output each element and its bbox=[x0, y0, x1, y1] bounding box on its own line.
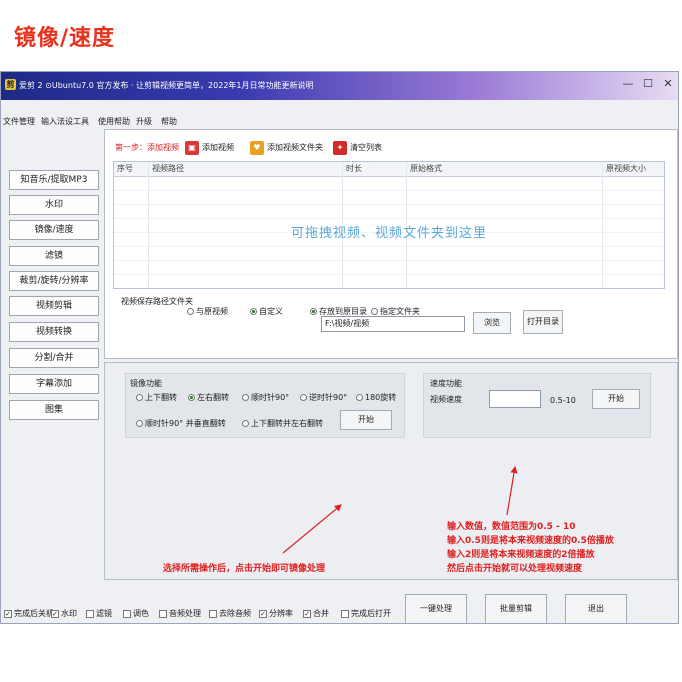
arrow-to-speed-input bbox=[506, 465, 518, 516]
checkbox-icon bbox=[341, 609, 349, 618]
page-heading: 镜像/速度 bbox=[14, 26, 116, 51]
open-directory-button[interactable]: 打开目录 bbox=[523, 310, 563, 334]
sidebar-item-convert[interactable]: 视频转换 bbox=[9, 322, 99, 342]
checkbox-icon bbox=[86, 609, 94, 618]
col-header-format: 原始格式 bbox=[410, 164, 442, 173]
clear-icon: ✦ bbox=[333, 140, 347, 155]
one-click-process-button[interactable]: 一键处理 bbox=[405, 594, 467, 623]
check-shutdown[interactable]: ✓ 完成后关机 bbox=[4, 608, 54, 619]
menu-bar: 文件管理 输入法设工具 使用帮助 升级 帮助 bbox=[1, 116, 678, 130]
check-merge[interactable]: ✓ 合并 bbox=[303, 608, 329, 619]
menu-help[interactable]: 帮助 bbox=[161, 116, 177, 127]
output-option-original[interactable]: 与原视频 bbox=[187, 306, 228, 317]
file-list-table[interactable]: 序号 视频路径 时长 原始格式 原视频大小 可拖拽视频、视频文件夹到这里 bbox=[113, 161, 665, 289]
app-logo-icon: 剪 bbox=[5, 79, 16, 90]
check-open-after[interactable]: 完成后打开 bbox=[341, 608, 391, 619]
menu-tools[interactable]: 输入法设工具 bbox=[41, 116, 89, 127]
sidebar-item-mirror-speed[interactable]: 镜像/速度 bbox=[9, 220, 99, 240]
checkbox-checked-icon: ✓ bbox=[51, 609, 59, 618]
window-title: 爱剪 2 ⊙Ubuntu7.0 官方发布 · 让剪辑视频更简单，2022年1月日… bbox=[19, 81, 314, 90]
menu-upgrade[interactable]: 升级 bbox=[136, 116, 152, 127]
check-watermark[interactable]: ✓ 水印 bbox=[51, 608, 77, 619]
drop-hint: 可拖拽视频、视频文件夹到这里 bbox=[290, 226, 487, 241]
annotation-arrows bbox=[282, 465, 518, 554]
radio-icon bbox=[187, 308, 194, 315]
step-label: 第一步：添加视频 bbox=[115, 143, 179, 152]
function-panel: 镜像功能 上下翻转 左右翻转 顺时针90° 逆时针90° 180旋转 顺时针90… bbox=[104, 362, 678, 580]
menu-help-usage[interactable]: 使用帮助 bbox=[98, 116, 130, 127]
radio-icon bbox=[371, 308, 378, 315]
sidebar-item-subtitle[interactable]: 字幕添加 bbox=[9, 374, 99, 394]
radio-selected-icon bbox=[250, 308, 257, 315]
video-add-icon: ▣ bbox=[185, 140, 199, 155]
batch-edit-button[interactable]: 批量剪辑 bbox=[485, 594, 547, 623]
check-filter[interactable]: 滤镜 bbox=[86, 608, 112, 619]
close-button[interactable]: ✕ bbox=[661, 77, 675, 91]
radio-selected-icon bbox=[310, 308, 317, 315]
check-color[interactable]: 调色 bbox=[123, 608, 149, 619]
output-folder-label: 视频保存路径文件夹 bbox=[121, 297, 193, 306]
checkbox-checked-icon: ✓ bbox=[4, 609, 12, 618]
check-audio[interactable]: 音频处理 bbox=[159, 608, 201, 619]
sidebar-item-watermark[interactable]: 水印 bbox=[9, 195, 99, 215]
exit-button[interactable]: 退出 bbox=[565, 594, 627, 623]
output-option-custom[interactable]: 自定义 bbox=[250, 306, 283, 317]
col-header-duration: 时长 bbox=[346, 164, 362, 173]
col-header-size: 原视频大小 bbox=[606, 164, 646, 173]
add-video-label: 添加视频 bbox=[202, 143, 234, 152]
checkbox-icon bbox=[159, 609, 167, 618]
col-header-index: 序号 bbox=[117, 164, 133, 173]
check-resolution[interactable]: ✓ 分辨率 bbox=[259, 608, 293, 619]
minimize-button[interactable]: — bbox=[621, 77, 635, 91]
maximize-button[interactable]: ☐ bbox=[641, 77, 655, 91]
browse-button[interactable]: 浏览 bbox=[473, 312, 511, 334]
title-bar: 剪 爱剪 2 ⊙Ubuntu7.0 官方发布 · 让剪辑视频更简单，2022年1… bbox=[1, 72, 678, 100]
sidebar-item-music[interactable]: 知音乐/提取MP3 bbox=[9, 170, 99, 190]
checkbox-checked-icon: ✓ bbox=[259, 609, 267, 618]
app-window: 剪 爱剪 2 ⊙Ubuntu7.0 官方发布 · 让剪辑视频更简单，2022年1… bbox=[0, 71, 679, 624]
checkbox-icon bbox=[123, 609, 131, 618]
table-header: 序号 视频路径 时长 原始格式 原视频大小 bbox=[114, 162, 664, 177]
check-remove-audio[interactable]: 去除音频 bbox=[209, 608, 251, 619]
clear-list-label: 清空列表 bbox=[350, 143, 382, 152]
sidebar-item-crop[interactable]: 裁剪/旋转/分辨率 bbox=[9, 271, 99, 291]
sidebar-item-split[interactable]: 分割/合并 bbox=[9, 348, 99, 368]
arrow-to-mirror-start bbox=[282, 504, 342, 554]
checkbox-checked-icon: ✓ bbox=[303, 609, 311, 618]
sidebar-item-filter[interactable]: 滤镜 bbox=[9, 246, 99, 266]
add-video-button[interactable]: ▣ 添加视频 bbox=[185, 140, 234, 156]
footer-bar: ✓ 完成后关机 ✓ 水印 滤镜 调色 音频处理 去除音频 ✓ 分辨率 ✓ 合并 完成后打… bbox=[1, 582, 678, 623]
clear-list-button[interactable]: ✦ 清空列表 bbox=[333, 140, 382, 156]
menu-file[interactable]: 文件管理 bbox=[3, 116, 35, 127]
checkbox-icon bbox=[209, 609, 217, 618]
col-header-path: 视频路径 bbox=[152, 164, 184, 173]
sidebar-item-edit[interactable]: 视频剪辑 bbox=[9, 296, 99, 316]
sidebar-item-gallery[interactable]: 图集 bbox=[9, 400, 99, 420]
folder-add-icon: ♥ bbox=[250, 140, 264, 155]
add-folder-button[interactable]: ♥ 添加视频文件夹 bbox=[250, 140, 323, 156]
output-path-input[interactable]: F:\视频/视频 bbox=[321, 316, 465, 332]
add-folder-label: 添加视频文件夹 bbox=[267, 143, 323, 152]
